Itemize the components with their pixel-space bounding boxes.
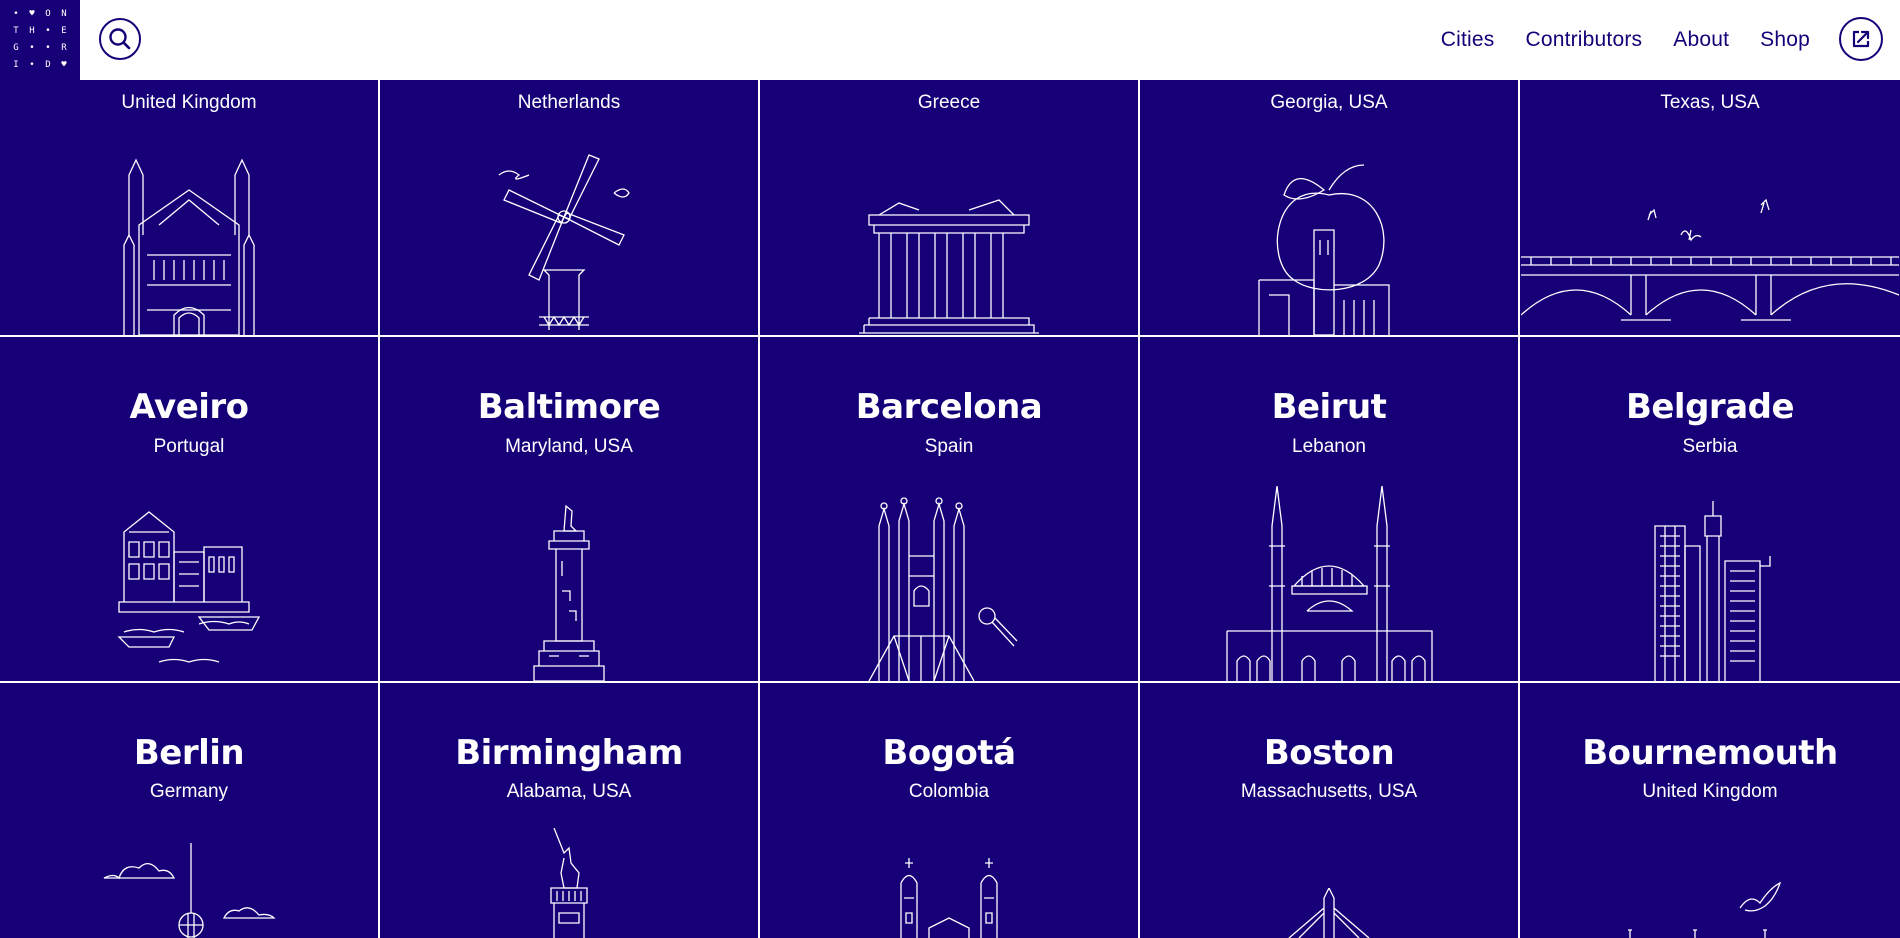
city-country: Lebanon xyxy=(1292,436,1366,457)
search-button[interactable] xyxy=(99,18,141,60)
logo-char: T xyxy=(13,26,19,36)
logo-char: H xyxy=(29,26,35,36)
monument-column-icon xyxy=(533,504,605,681)
zakim-bridge-icon xyxy=(1288,888,1370,938)
bridge-bats-icon xyxy=(1521,198,1899,321)
main-nav: Cities Contributors About Shop xyxy=(1441,0,1810,80)
city-country: Texas, USA xyxy=(1660,92,1760,113)
city-name: Birmingham xyxy=(455,733,683,773)
logo-char: • xyxy=(45,26,51,36)
peach-tower-icon xyxy=(1258,164,1390,335)
city-country: United Kingdom xyxy=(1642,781,1778,802)
skyscraper-tower-icon xyxy=(1654,501,1771,681)
city-country: United Kingdom xyxy=(121,92,257,113)
city-card[interactable]: Barcelona Spain xyxy=(760,337,1140,683)
city-card[interactable]: Belgrade Serbia xyxy=(1520,337,1900,683)
city-country: Massachusetts, USA xyxy=(1240,781,1418,802)
city-name: Bogotá xyxy=(882,733,1016,773)
logo-char: R xyxy=(61,43,67,53)
city-name: Boston xyxy=(1263,733,1395,773)
city-card[interactable]: Baltimore Maryland, USA xyxy=(380,337,760,683)
logo-char: • xyxy=(29,43,35,53)
city-name: Aveiro xyxy=(129,387,249,427)
city-country: Germany xyxy=(149,781,229,802)
parthenon-icon xyxy=(859,199,1039,334)
site-header: • ♥ O N T H • E G • • R I • D ♥ Cities C… xyxy=(0,0,1900,80)
city-country: Maryland, USA xyxy=(505,436,633,457)
city-card[interactable]: United Kingdom xyxy=(0,80,380,337)
city-country: Netherlands xyxy=(517,92,621,113)
city-name: Belgrade xyxy=(1625,387,1795,427)
city-country: Colombia xyxy=(908,781,990,802)
city-card[interactable]: Texas, USA xyxy=(1520,80,1900,337)
city-card[interactable]: Georgia, USA xyxy=(1140,80,1520,337)
city-card[interactable]: Boston Massachusetts, USA xyxy=(1140,683,1520,938)
houses-boats-icon xyxy=(117,511,261,663)
city-country: Greece xyxy=(917,92,981,113)
logo-char: ♥ xyxy=(29,9,35,19)
nav-about[interactable]: About xyxy=(1673,28,1729,52)
city-grid: United Kingdom Netherlands Greece Georgi… xyxy=(0,80,1900,938)
city-card[interactable]: Birmingham Alabama, USA xyxy=(380,683,760,938)
logo-char: N xyxy=(61,9,67,19)
city-name: Berlin xyxy=(133,733,245,773)
windmill-icon xyxy=(498,154,630,330)
nav-contributors[interactable]: Contributors xyxy=(1525,28,1642,52)
city-country: Spain xyxy=(924,436,974,457)
city-name: Baltimore xyxy=(477,387,661,427)
city-card[interactable]: Netherlands xyxy=(380,80,760,337)
city-name: Barcelona xyxy=(855,387,1043,427)
gothic-building-icon xyxy=(123,158,255,335)
city-country: Alabama, USA xyxy=(506,781,632,802)
search-icon xyxy=(109,28,131,50)
tv-tower-icon xyxy=(103,843,276,938)
city-card[interactable]: Bournemouth United Kingdom xyxy=(1520,683,1900,938)
logo-char: D xyxy=(45,60,51,70)
logo-char: E xyxy=(61,26,67,36)
city-card[interactable]: Beirut Lebanon xyxy=(1140,337,1520,683)
city-name: Beirut xyxy=(1271,387,1387,427)
vulcan-statue-icon xyxy=(550,828,588,938)
cathedral-icon xyxy=(900,858,998,938)
seagull-pier-icon xyxy=(1628,881,1782,938)
city-card[interactable]: Berlin Germany xyxy=(0,683,380,938)
logo-char: G xyxy=(13,43,19,53)
city-card[interactable]: Aveiro Portugal xyxy=(0,337,380,683)
share-button[interactable] xyxy=(1839,17,1883,61)
city-country: Georgia, USA xyxy=(1270,92,1388,113)
logo-char: ♥ xyxy=(61,60,67,70)
site-logo[interactable]: • ♥ O N T H • E G • • R I • D ♥ xyxy=(0,0,80,80)
sagrada-familia-icon xyxy=(868,497,1018,681)
nav-cities[interactable]: Cities xyxy=(1441,28,1495,52)
logo-char: I xyxy=(13,60,19,70)
city-country: Serbia xyxy=(1682,436,1738,457)
logo-char: • xyxy=(29,60,35,70)
logo-char: • xyxy=(45,43,51,53)
city-card[interactable]: Greece xyxy=(760,80,1140,337)
logo-char: • xyxy=(13,9,19,19)
share-icon xyxy=(1852,30,1870,48)
city-country: Portugal xyxy=(153,436,225,457)
nav-shop[interactable]: Shop xyxy=(1760,28,1810,52)
logo-char: O xyxy=(45,9,51,19)
mosque-icon xyxy=(1225,486,1433,681)
city-name: Bournemouth xyxy=(1582,733,1838,773)
city-card[interactable]: Bogotá Colombia xyxy=(760,683,1140,938)
